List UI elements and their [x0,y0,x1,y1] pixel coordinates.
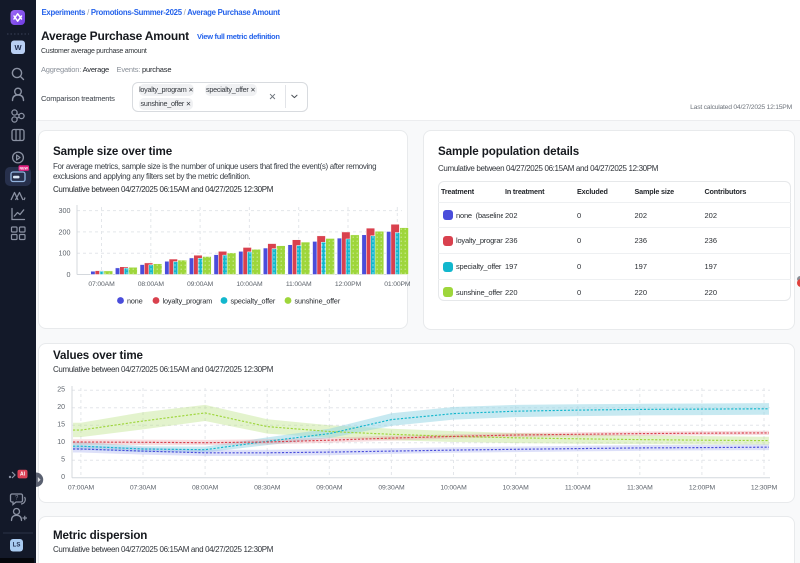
svg-text:100: 100 [59,249,71,258]
svg-text:07:00AM: 07:00AM [88,281,115,288]
svg-text:08:30AM: 08:30AM [254,485,281,492]
svg-text:12:30PM: 12:30PM [751,485,778,492]
svg-text:08:00AM: 08:00AM [192,485,219,492]
svg-text:?: ? [15,495,19,501]
svg-text:25: 25 [57,387,65,394]
svg-text:12:00PM: 12:00PM [335,281,362,288]
svg-text:W: W [14,43,22,52]
svg-text:09:00AM: 09:00AM [316,485,343,492]
svg-text:15: 15 [57,422,65,429]
svg-text:08:00AM: 08:00AM [138,281,165,288]
svg-text:200: 200 [59,227,71,236]
svg-text:specialty_offer: specialty_offer [231,297,276,306]
svg-text:AI: AI [20,471,26,477]
svg-text:loyalty_program: loyalty_program [163,297,213,306]
svg-text:none: none [127,297,143,306]
svg-text:sunshine_offer: sunshine_offer [295,297,341,306]
svg-text:09:00AM: 09:00AM [187,281,214,288]
svg-text:12:00PM: 12:00PM [689,485,716,492]
svg-text:0: 0 [61,474,65,481]
svg-text:10:00AM: 10:00AM [236,281,263,288]
svg-text:NEW: NEW [20,166,29,170]
svg-text:09:30AM: 09:30AM [378,485,405,492]
svg-text:01:00PM: 01:00PM [384,281,411,288]
svg-text:5: 5 [61,457,65,464]
svg-text:11:30AM: 11:30AM [627,485,653,492]
svg-text:10: 10 [57,439,65,446]
svg-text:11:00AM: 11:00AM [565,485,591,492]
svg-text:10:00AM: 10:00AM [440,485,467,492]
svg-text:07:30AM: 07:30AM [130,485,157,492]
svg-text:07:00AM: 07:00AM [68,485,95,492]
svg-text:300: 300 [59,206,71,215]
svg-text:LS: LS [13,543,21,549]
svg-text:0: 0 [67,270,71,279]
svg-text:10:30AM: 10:30AM [503,485,530,492]
svg-text:20: 20 [57,404,65,411]
svg-text:11:00AM: 11:00AM [286,281,312,288]
